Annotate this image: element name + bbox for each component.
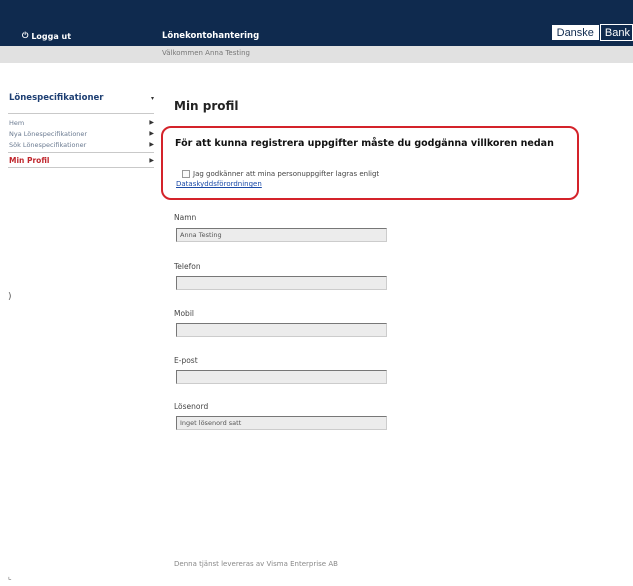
- email-field[interactable]: [176, 370, 387, 384]
- password-label: Lösenord: [174, 402, 209, 411]
- name-field[interactable]: Anna Testing: [176, 228, 387, 242]
- mobile-label: Mobil: [174, 309, 194, 318]
- notice-text: För att kunna registrera uppgifter måste…: [175, 138, 554, 149]
- name-label: Namn: [174, 213, 197, 222]
- welcome-bar: Välkommen Anna Testing: [0, 46, 633, 63]
- email-label: E-post: [174, 356, 198, 365]
- sidebar-heading[interactable]: Lönespecifikationer ▾: [8, 87, 154, 114]
- gdpr-link[interactable]: Dataskyddsförordningen: [176, 180, 262, 188]
- phone-label: Telefon: [174, 262, 201, 271]
- sidebar-item-hem[interactable]: Hem ▶: [8, 117, 154, 128]
- chevron-down-icon: ▾: [150, 94, 154, 102]
- logout-button[interactable]: ⏻ Logga ut: [22, 31, 71, 41]
- mobile-field[interactable]: [176, 323, 387, 337]
- page-title: Min profil: [174, 99, 239, 113]
- app-title: Lönekontohantering: [162, 31, 260, 41]
- brand-part2: Bank: [599, 24, 633, 41]
- chevron-right-icon: ▶: [149, 130, 154, 137]
- sidebar-item-label: Hem: [9, 118, 25, 127]
- logout-icon: ⏻: [22, 31, 29, 40]
- sidebar-item-label: Nya Lönespecifikationer: [9, 129, 88, 138]
- sidebar-item-min-profil[interactable]: Min Profil ▶: [8, 152, 154, 168]
- password-field[interactable]: Inget lösenord satt: [176, 416, 387, 430]
- collapse-handle[interactable]: ): [8, 292, 12, 302]
- sidebar: Lönespecifikationer ▾ Hem ▶ Nya Lönespec…: [8, 87, 154, 168]
- top-bar: ⏻ Logga ut Lönekontohantering Danske Ban…: [0, 0, 633, 46]
- terms-notice: För att kunna registrera uppgifter måste…: [161, 126, 579, 200]
- chevron-right-icon: ▶: [149, 156, 154, 164]
- phone-field[interactable]: [176, 276, 387, 290]
- sidebar-item-label: Sök Lönespecifikationer: [9, 140, 87, 149]
- sidebar-item-sok[interactable]: Sök Lönespecifikationer ▶: [8, 139, 154, 150]
- consent-text: Jag godkänner att mina personuppgifter l…: [193, 170, 380, 178]
- bank-logo: Danske Bank: [550, 24, 633, 41]
- footer-text: Denna tjänst levereras av Visma Enterpri…: [174, 560, 338, 568]
- consent-checkbox[interactable]: [182, 170, 190, 178]
- chevron-right-icon: ▶: [149, 119, 154, 126]
- sidebar-item-nya[interactable]: Nya Lönespecifikationer ▶: [8, 128, 154, 139]
- sidebar-item-label: Min Profil: [9, 155, 50, 165]
- chevron-right-icon: ▶: [149, 141, 154, 148]
- consent-row: Jag godkänner att mina personuppgifter l…: [182, 170, 379, 178]
- corner-mark: ⌞: [8, 572, 12, 581]
- sidebar-heading-label: Lönespecifikationer: [9, 93, 104, 103]
- welcome-text: Välkommen Anna Testing: [162, 49, 250, 57]
- brand-part1: Danske: [550, 24, 600, 41]
- logout-label: Logga ut: [31, 31, 72, 41]
